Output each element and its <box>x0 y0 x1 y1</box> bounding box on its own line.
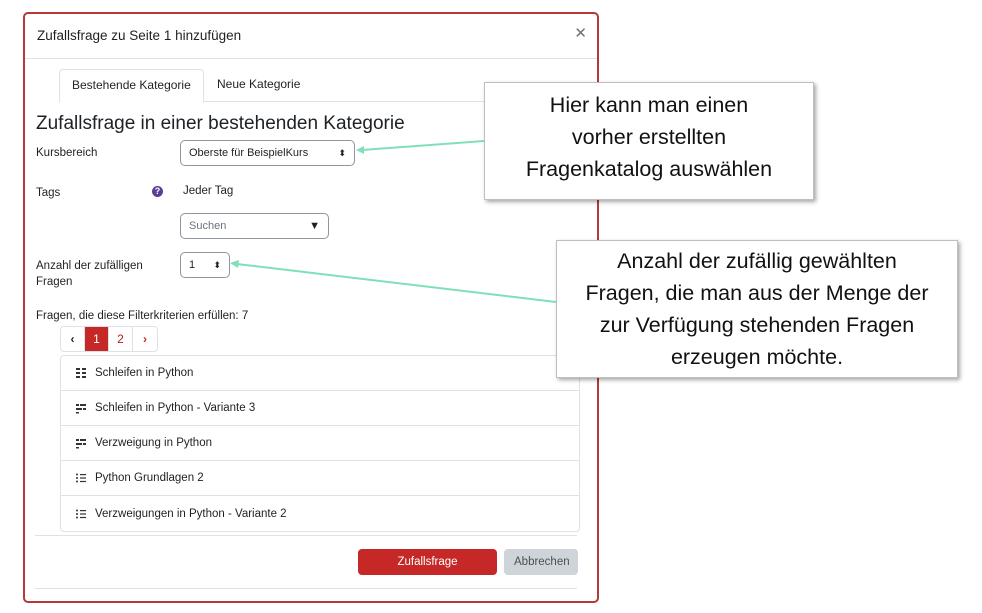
arrow-to-kursbereich <box>361 140 485 151</box>
callout-line: Fragenkatalog auswählen <box>525 157 773 181</box>
arrow-to-count <box>236 263 557 303</box>
callout-line: zur Verfügung stehenden Fragen <box>599 313 915 337</box>
callout-line: erzeugen möchte. <box>670 345 844 369</box>
callout-line: Anzahl der zufällig gewählten <box>617 249 897 273</box>
arrowhead-kursbereich <box>356 146 364 154</box>
callout-line: Fragen, die man aus der Menge der <box>585 281 929 305</box>
callout-count: Anzahl der zufällig gewählten Fragen, di… <box>556 240 958 378</box>
callout-line: Hier kann man einen <box>549 93 749 117</box>
callout-kursbereich: Hier kann man einen vorher erstellten Fr… <box>484 82 814 200</box>
arrowhead-count <box>230 260 239 268</box>
callout-line: vorher erstellten <box>571 125 727 149</box>
